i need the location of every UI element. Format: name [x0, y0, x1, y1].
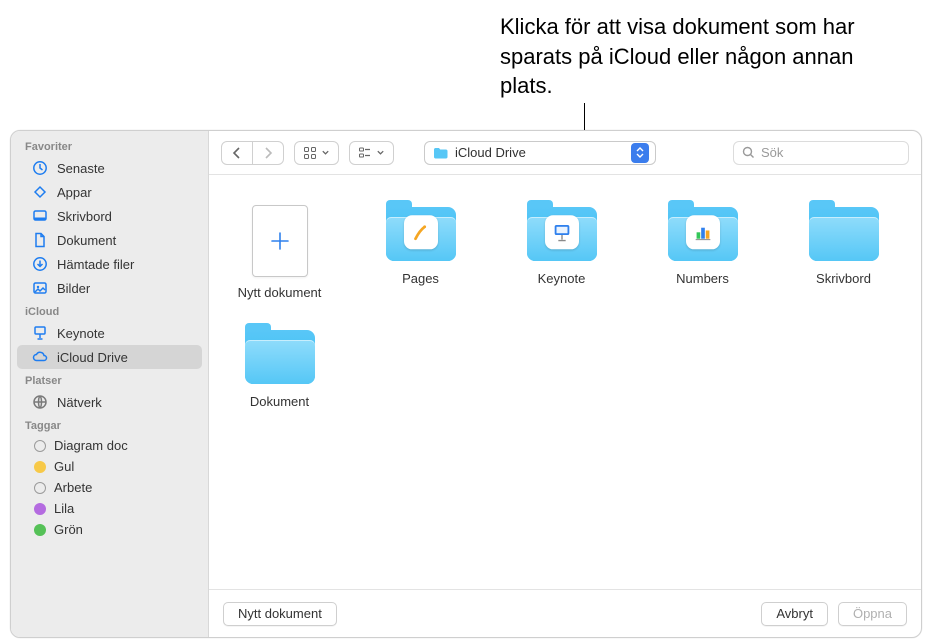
grid-item-label: Keynote	[538, 271, 586, 286]
new-document-icon	[252, 205, 308, 277]
tag-dot-empty	[34, 482, 46, 494]
grid-item-numbers[interactable]: Numbers	[648, 205, 757, 300]
dropdown-arrows-icon	[631, 143, 649, 163]
file-grid: Nytt dokument Pages	[209, 175, 921, 589]
folder-icon	[668, 207, 738, 261]
folder-icon	[386, 207, 456, 261]
numbers-app-icon	[686, 215, 720, 249]
toolbar: iCloud Drive Sök	[209, 131, 921, 175]
sidebar-item-label: Nätverk	[57, 395, 102, 410]
sidebar-section-icloud: iCloud	[11, 300, 208, 321]
folder-icon	[245, 330, 315, 384]
sidebar-item-label: Skrivbord	[57, 209, 112, 224]
sidebar-tag-diagram-doc[interactable]: Diagram doc	[17, 435, 202, 456]
sidebar-section-places: Platser	[11, 369, 208, 390]
grid-item-label: Dokument	[250, 394, 309, 409]
sidebar-item-desktop[interactable]: Skrivbord	[17, 204, 202, 228]
grid-item-label: Skrivbord	[816, 271, 871, 286]
grid-item-skrivbord[interactable]: Skrivbord	[789, 205, 898, 300]
clock-icon	[31, 159, 49, 177]
folder-icon	[809, 207, 879, 261]
document-icon	[31, 231, 49, 249]
forward-button[interactable]	[253, 142, 283, 164]
apps-icon	[31, 183, 49, 201]
grid-item-label: Nytt dokument	[238, 285, 322, 300]
keynote-icon	[31, 324, 49, 342]
sidebar-item-network[interactable]: Nätverk	[17, 390, 202, 414]
sidebar-item-documents[interactable]: Dokument	[17, 228, 202, 252]
download-icon	[31, 255, 49, 273]
search-placeholder: Sök	[761, 145, 783, 160]
sidebar-tag-yellow[interactable]: Gul	[17, 456, 202, 477]
sidebar-item-recent[interactable]: Senaste	[17, 156, 202, 180]
sidebar-item-apps[interactable]: Appar	[17, 180, 202, 204]
desktop-icon	[31, 207, 49, 225]
open-button[interactable]: Öppna	[838, 602, 907, 626]
sidebar-item-label: iCloud Drive	[57, 350, 128, 365]
open-dialog-window: Favoriter Senaste Appar Skrivbord Dokume…	[10, 130, 922, 638]
nav-segment	[221, 141, 284, 165]
sidebar-item-label: Hämtade filer	[57, 257, 134, 272]
sidebar-tag-work[interactable]: Arbete	[17, 477, 202, 498]
location-label: iCloud Drive	[455, 145, 526, 160]
sidebar-item-label: Grön	[54, 522, 83, 537]
footer: Nytt dokument Avbryt Öppna	[209, 589, 921, 637]
main-panel: iCloud Drive Sök Nytt dokument	[209, 131, 921, 637]
sidebar-item-downloads[interactable]: Hämtade filer	[17, 252, 202, 276]
sidebar-item-icloud-drive[interactable]: iCloud Drive	[17, 345, 202, 369]
sidebar-item-label: Gul	[54, 459, 74, 474]
sidebar-item-keynote[interactable]: Keynote	[17, 321, 202, 345]
group-button[interactable]	[349, 141, 394, 165]
back-button[interactable]	[222, 142, 253, 164]
sidebar: Favoriter Senaste Appar Skrivbord Dokume…	[11, 131, 209, 637]
tag-dot-yellow	[34, 461, 46, 473]
tag-dot-green	[34, 524, 46, 536]
keynote-app-icon	[545, 215, 579, 249]
sidebar-item-label: Bilder	[57, 281, 90, 296]
sidebar-item-label: Appar	[57, 185, 92, 200]
cancel-button[interactable]: Avbryt	[761, 602, 828, 626]
sidebar-item-label: Arbete	[54, 480, 92, 495]
tag-dot-purple	[34, 503, 46, 515]
sidebar-tag-purple[interactable]: Lila	[17, 498, 202, 519]
grid-item-keynote[interactable]: Keynote	[507, 205, 616, 300]
tag-dot-empty	[34, 440, 46, 452]
sidebar-item-label: Diagram doc	[54, 438, 128, 453]
sidebar-item-label: Dokument	[57, 233, 116, 248]
folder-icon	[433, 146, 449, 160]
folder-icon	[527, 207, 597, 261]
sidebar-item-label: Senaste	[57, 161, 105, 176]
view-icon-button[interactable]	[294, 141, 339, 165]
new-document-button[interactable]: Nytt dokument	[223, 602, 337, 626]
cloud-icon	[31, 348, 49, 366]
grid-item-label: Numbers	[676, 271, 729, 286]
globe-icon	[31, 393, 49, 411]
sidebar-item-pictures[interactable]: Bilder	[17, 276, 202, 300]
sidebar-tag-green[interactable]: Grön	[17, 519, 202, 540]
location-dropdown[interactable]: iCloud Drive	[424, 141, 656, 165]
grid-item-dokument[interactable]: Dokument	[225, 328, 334, 409]
search-field[interactable]: Sök	[733, 141, 909, 165]
grid-item-new-document[interactable]: Nytt dokument	[225, 205, 334, 300]
sidebar-item-label: Lila	[54, 501, 74, 516]
search-icon	[742, 146, 755, 159]
sidebar-section-tags: Taggar	[11, 414, 208, 435]
grid-item-pages[interactable]: Pages	[366, 205, 475, 300]
sidebar-section-favorites: Favoriter	[11, 135, 208, 156]
pages-app-icon	[404, 215, 438, 249]
callout-text: Klicka för att visa dokument som har spa…	[500, 12, 860, 101]
sidebar-item-label: Keynote	[57, 326, 105, 341]
grid-item-label: Pages	[402, 271, 439, 286]
pictures-icon	[31, 279, 49, 297]
